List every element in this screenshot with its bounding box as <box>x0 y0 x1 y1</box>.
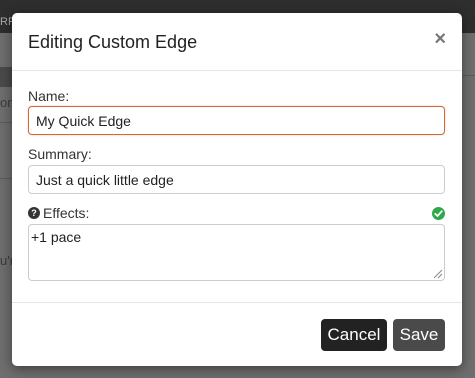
background-divider <box>0 122 12 123</box>
resize-handle-icon[interactable] <box>431 267 443 279</box>
effects-textarea[interactable]: +1 pace <box>28 224 445 281</box>
modal-footer: Cancel Save <box>12 302 462 366</box>
summary-label: Summary: <box>28 146 92 162</box>
effects-text: +1 pace <box>31 229 82 245</box>
question-circle-icon[interactable]: ? <box>28 207 40 219</box>
name-label: Name: <box>28 88 70 104</box>
background-divider <box>461 75 475 76</box>
save-button[interactable]: Save <box>393 319 445 351</box>
close-icon[interactable]: × <box>434 27 446 51</box>
check-circle-icon <box>432 207 445 220</box>
background-divider <box>0 178 12 179</box>
name-input[interactable] <box>28 106 445 135</box>
modal-title: Editing Custom Edge <box>28 32 198 52</box>
modal-header: Editing Custom Edge × <box>12 13 462 71</box>
effects-label: Effects: <box>43 205 90 221</box>
check-icon <box>434 210 443 217</box>
edit-edge-modal: Editing Custom Edge × Name: Summary: ? E… <box>12 13 462 366</box>
cancel-button[interactable]: Cancel <box>321 319 387 351</box>
summary-input[interactable] <box>28 165 445 194</box>
